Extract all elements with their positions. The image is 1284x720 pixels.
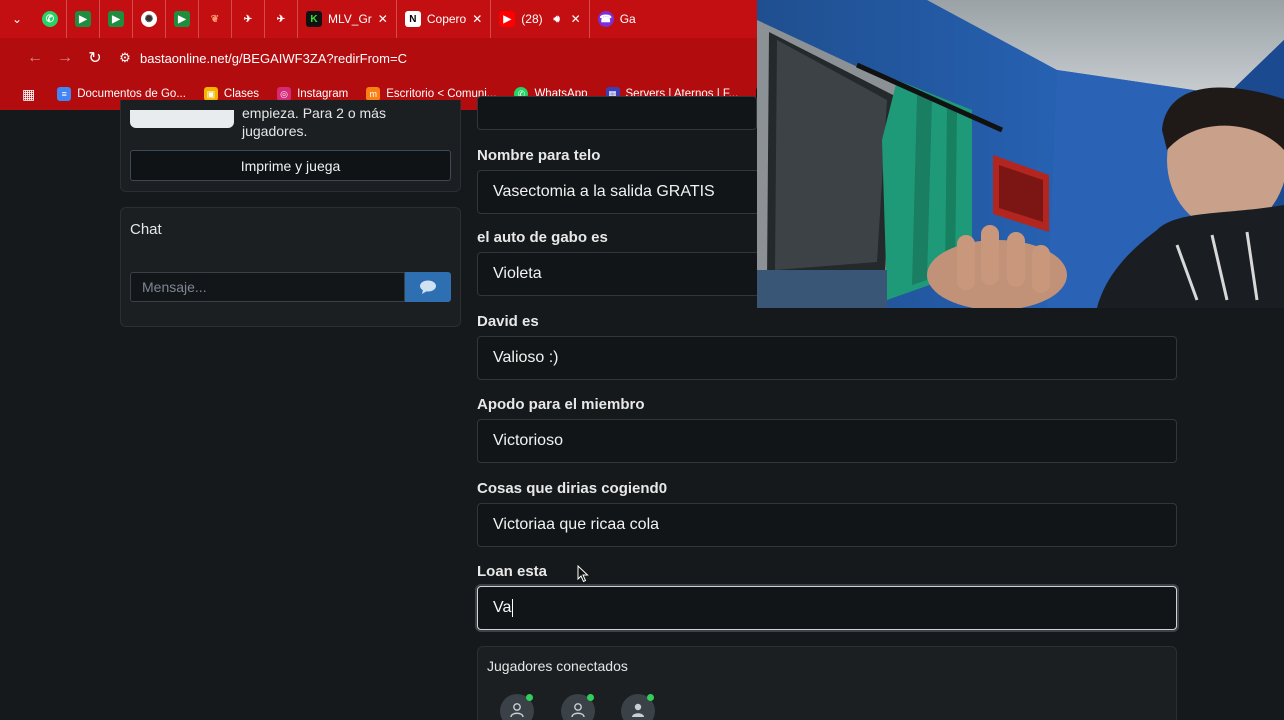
answer-input[interactable]: Victoriaa que ricaa cola bbox=[477, 503, 1177, 547]
online-indicator bbox=[526, 694, 533, 701]
url-field[interactable]: bastaonline.net/g/BEGAIWF3ZA?redirFrom=C bbox=[140, 51, 407, 66]
speaker-icon[interactable]: 🔊︎ bbox=[549, 11, 565, 27]
user-icon bbox=[571, 703, 585, 718]
tab-copero[interactable]: N Copero ✕ bbox=[397, 0, 492, 38]
answer-input-focused[interactable]: Va bbox=[477, 586, 1177, 630]
extension-icon: ✈ bbox=[276, 13, 286, 25]
tab-chatgpt[interactable]: ✺ bbox=[133, 0, 166, 38]
field-label: el auto de gabo es bbox=[477, 229, 608, 246]
webcam-overlay bbox=[757, 0, 1284, 308]
field-label: Loan esta bbox=[477, 563, 548, 580]
player-avatar[interactable] bbox=[621, 694, 655, 720]
tab-title: (28) bbox=[521, 12, 543, 26]
extension-icon: ✈ bbox=[243, 13, 253, 25]
bookmark-label: Clases bbox=[223, 88, 260, 100]
forward-icon[interactable]: → bbox=[50, 49, 80, 67]
bookmark-icon: ❦ bbox=[210, 13, 220, 25]
chat-bubble-icon bbox=[420, 280, 436, 294]
user-icon bbox=[510, 703, 524, 718]
field-label: Nombre para telo bbox=[477, 147, 601, 164]
answer-input[interactable]: Valioso :) bbox=[477, 336, 1177, 380]
answer-input[interactable]: Victorioso bbox=[477, 419, 1177, 463]
tab-meet-3[interactable]: ▶ bbox=[166, 0, 199, 38]
apps-grid-icon[interactable]: ▦ bbox=[22, 86, 35, 103]
answer-value: Va bbox=[493, 599, 512, 616]
address-bar: ← → ↻ ⚙ bastaonline.net/g/BEGAIWF3ZA?red… bbox=[0, 38, 760, 78]
tab-title: MLV_Gr bbox=[328, 12, 372, 26]
mouse-cursor-icon bbox=[577, 565, 589, 583]
reload-icon[interactable]: ↻ bbox=[80, 48, 110, 68]
bookmark-label: Instagram bbox=[297, 88, 349, 100]
chat-title: Chat bbox=[130, 221, 162, 238]
field-label: Cosas que dirias cogiend0 bbox=[477, 480, 668, 497]
online-indicator bbox=[647, 694, 654, 701]
site-settings-icon[interactable]: ⚙ bbox=[110, 50, 140, 66]
tab-bar: ⌄ ✆ ▶ ▶ ✺ ▶ ❦ ✈ ✈ K MLV_Gr ✕ N Copero ✕ … bbox=[0, 0, 760, 38]
docs-icon: ≡ bbox=[57, 87, 72, 101]
k-icon: K bbox=[306, 11, 322, 27]
tab-whatsapp[interactable]: ✆ bbox=[34, 0, 67, 38]
tab-title: Ga bbox=[619, 12, 636, 26]
tab-extension-2[interactable]: ✈ bbox=[265, 0, 298, 38]
chat-card bbox=[120, 207, 461, 327]
bookmark-instagram[interactable]: ◎ Instagram bbox=[277, 87, 348, 101]
player-avatar[interactable] bbox=[500, 694, 534, 720]
whatsapp-icon: ✆ bbox=[42, 11, 58, 27]
text-caret bbox=[512, 599, 514, 617]
bookmark-label: Documentos de Go... bbox=[77, 88, 186, 100]
tab-search-icon[interactable]: ⌄ bbox=[0, 0, 34, 38]
tab-extension-1[interactable]: ✈ bbox=[232, 0, 265, 38]
bookmark-classroom[interactable]: ▣ Clases bbox=[203, 87, 260, 101]
close-icon[interactable]: ✕ bbox=[571, 12, 581, 26]
meet-icon: ▶ bbox=[108, 11, 124, 27]
tab-youtube[interactable]: ▶ (28) 🔊︎ ✕ bbox=[491, 0, 590, 38]
tab-meet-2[interactable]: ▶ bbox=[100, 0, 133, 38]
tab-meet-1[interactable]: ▶ bbox=[67, 0, 100, 38]
players-title: Jugadores conectados bbox=[487, 658, 628, 674]
tab-game[interactable]: ☎ Ga bbox=[590, 0, 644, 38]
chat-message-input[interactable]: Mensaje... bbox=[130, 272, 405, 302]
send-button[interactable] bbox=[405, 272, 451, 302]
moodle-icon: m bbox=[366, 87, 381, 101]
answer-value: Victoriaa que ricaa cola bbox=[493, 516, 660, 533]
answer-value: Vasectomia a la salida GRATIS bbox=[493, 183, 715, 200]
previous-answer-field[interactable] bbox=[477, 96, 757, 130]
back-icon[interactable]: ← bbox=[20, 49, 50, 67]
classroom-icon: ▣ bbox=[203, 87, 218, 101]
meet-icon: ▶ bbox=[75, 11, 91, 27]
tab-title: Copero bbox=[426, 12, 467, 26]
game-thumbnail bbox=[130, 110, 234, 128]
player-avatar[interactable] bbox=[561, 694, 595, 720]
chatgpt-icon: ✺ bbox=[141, 11, 157, 27]
bookmark-docs[interactable]: ≡ Documentos de Go... bbox=[57, 87, 186, 101]
answer-value: Victorioso bbox=[493, 432, 563, 449]
tab-mlv[interactable]: K MLV_Gr ✕ bbox=[298, 0, 397, 38]
tab-bookmark[interactable]: ❦ bbox=[199, 0, 232, 38]
answer-value: Violeta bbox=[493, 265, 542, 282]
intro-text: empieza. Para 2 o más jugadores. bbox=[242, 105, 386, 139]
game-icon: ☎ bbox=[597, 11, 614, 27]
meet-icon: ▶ bbox=[174, 11, 190, 27]
answer-value: Valioso :) bbox=[493, 349, 559, 366]
field-label: Apodo para el miembro bbox=[477, 396, 645, 413]
online-indicator bbox=[587, 694, 594, 701]
field-label: David es bbox=[477, 313, 539, 330]
user-icon bbox=[632, 703, 644, 717]
screen: ⌄ ✆ ▶ ▶ ✺ ▶ ❦ ✈ ✈ K MLV_Gr ✕ N Copero ✕ … bbox=[0, 0, 1284, 720]
instagram-icon: ◎ bbox=[277, 87, 292, 101]
close-icon[interactable]: ✕ bbox=[472, 12, 482, 26]
close-icon[interactable]: ✕ bbox=[378, 12, 388, 26]
notion-icon: N bbox=[404, 11, 421, 27]
print-and-play-button[interactable]: Imprime y juega bbox=[130, 150, 451, 181]
youtube-icon: ▶ bbox=[499, 11, 516, 27]
